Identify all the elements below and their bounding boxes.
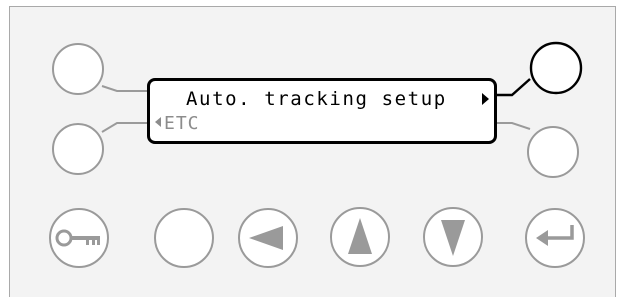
lcd-line-1: Auto. tracking setup <box>186 88 447 110</box>
soft-key-bottom-right[interactable] <box>527 126 579 178</box>
panel-graphics <box>49 41 585 268</box>
soft-key-top-right[interactable] <box>529 41 583 95</box>
left-button[interactable] <box>238 208 298 268</box>
lcd-display: Auto. tracking setup ETC <box>147 78 497 144</box>
lcd-line-2: ETC <box>164 113 200 134</box>
soft-key-top-left[interactable] <box>52 43 104 95</box>
key-button[interactable] <box>49 208 109 268</box>
connector-top-right <box>495 78 531 97</box>
connector-bottom-left <box>101 122 151 133</box>
enter-button[interactable] <box>525 208 585 268</box>
right-arrow-indicator-icon <box>482 93 489 105</box>
up-button[interactable] <box>330 207 390 267</box>
lcd-line-2-container: ETC <box>155 115 200 133</box>
connector-top-left <box>101 85 151 92</box>
soft-key-bottom-left[interactable] <box>52 123 104 175</box>
down-button[interactable] <box>423 207 483 267</box>
blank-button[interactable] <box>154 208 214 268</box>
connector-bottom-right <box>495 122 531 130</box>
left-arrow-indicator-icon <box>155 117 161 127</box>
